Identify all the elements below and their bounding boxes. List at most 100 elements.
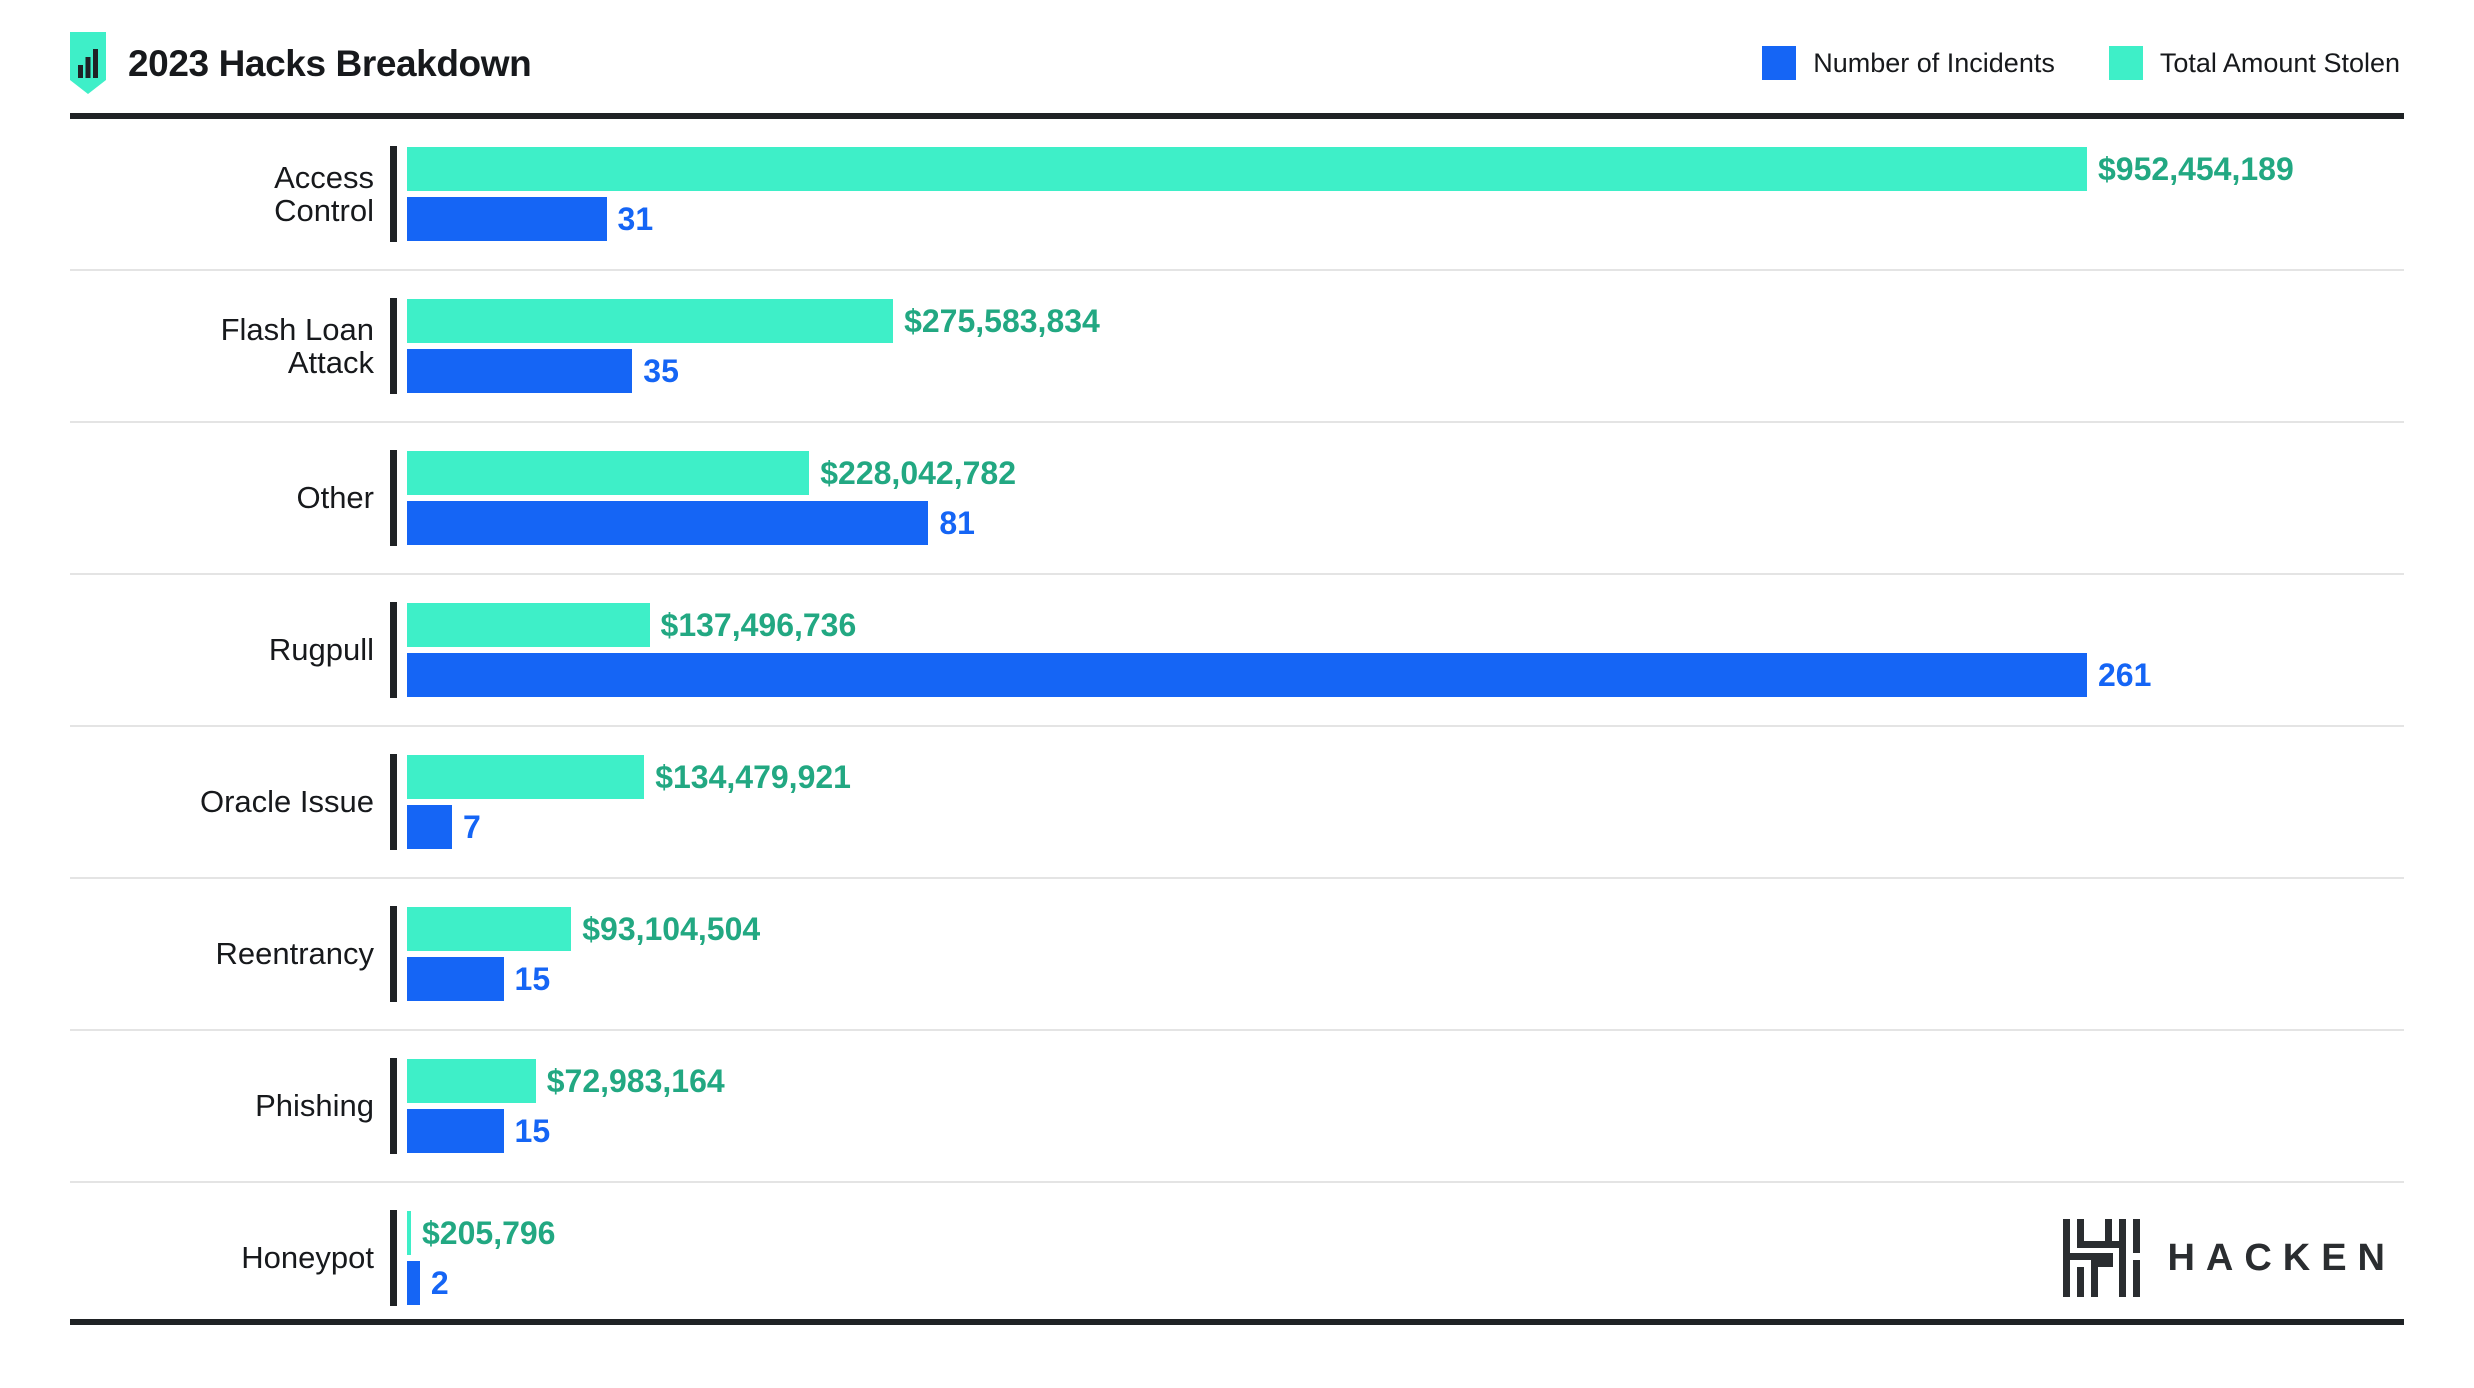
legend-swatch-blue-icon: [1762, 46, 1797, 80]
page-title: 2023 Hacks Breakdown: [128, 42, 532, 84]
chart-row: Other $228,042,782 81: [70, 421, 2404, 573]
amount-bar-line: $275,583,834: [407, 299, 2404, 343]
category-label: Phishing: [255, 1088, 374, 1124]
amount-bar-line: $137,496,736: [407, 603, 2404, 647]
incidents-bar[interactable]: [407, 1109, 504, 1153]
chart-row: Reentrancy $93,104,504 15: [70, 877, 2404, 1029]
amount-bar[interactable]: [407, 907, 572, 951]
incidents-bar-line: 81: [407, 501, 2404, 545]
axis-tick: [390, 754, 397, 850]
row-bars: $228,042,782 81: [407, 451, 2404, 545]
axis-tick: [390, 1210, 397, 1306]
chart-canvas: 2023 Hacks Breakdown Number of Incidents…: [0, 0, 2474, 1388]
amount-value-label: $228,042,782: [820, 455, 1016, 491]
amount-bar-line: $134,479,921: [407, 755, 2404, 799]
amount-value-label: $72,983,164: [546, 1063, 725, 1099]
category-label: Honeypot: [241, 1240, 374, 1276]
hacken-wordmark: HACKEN: [2167, 1236, 2396, 1279]
amount-value-label: $137,496,736: [660, 607, 857, 643]
amount-value-label: $952,454,189: [2098, 151, 2294, 187]
category-label: Other: [296, 480, 374, 516]
incidents-bar[interactable]: [407, 1261, 420, 1305]
amount-bar[interactable]: [407, 451, 810, 495]
axis-tick: [390, 906, 397, 1002]
chart-header: 2023 Hacks Breakdown Number of Incidents…: [70, 18, 2404, 108]
amount-value-label: $134,479,921: [655, 759, 851, 795]
incidents-value-label: 2: [430, 1265, 449, 1301]
row-plot-area: $72,983,164 15: [390, 1031, 2404, 1181]
category-label: Access Control: [274, 159, 374, 228]
incidents-bar[interactable]: [407, 501, 929, 545]
row-plot-area: $93,104,504 15: [390, 879, 2404, 1029]
row-bars: $137,496,736 261: [407, 603, 2404, 697]
axis-tick: [390, 146, 397, 242]
incidents-bar[interactable]: [407, 653, 2087, 697]
chart-row: Honeypot $205,796 2 HACKEN: [70, 1181, 2404, 1333]
axis-tick: [390, 1058, 397, 1154]
incidents-bar-line: 35: [407, 349, 2404, 393]
row-plot-area: $137,496,736 261: [390, 575, 2404, 725]
category-label: Rugpull: [268, 632, 374, 668]
incidents-bar[interactable]: [407, 197, 607, 241]
row-plot-area: $952,454,189 31: [390, 119, 2404, 269]
incidents-bar-line: 7: [407, 805, 2404, 849]
row-bars: $72,983,164 15: [407, 1059, 2404, 1153]
row-plot-area: $275,583,834 35: [390, 271, 2404, 421]
chart-rows: Access Control $952,454,189 31 Flash Loan A…: [70, 119, 2404, 1319]
incidents-value-label: 81: [939, 505, 975, 541]
axis-tick: [390, 602, 397, 698]
category-label: Reentrancy: [215, 936, 374, 972]
amount-bar[interactable]: [407, 755, 645, 799]
amount-bar[interactable]: [407, 1059, 536, 1103]
row-bars: $952,454,189 31: [407, 147, 2404, 241]
chart-legend: Number of Incidents Total Amount Stolen: [1762, 46, 2404, 80]
incidents-bar-line: 261: [407, 653, 2404, 697]
chart-row: Rugpull $137,496,736 261: [70, 573, 2404, 725]
amount-value-label: $275,583,834: [904, 303, 1100, 339]
footer-divider: [70, 1319, 2404, 1325]
chart-row: Oracle Issue $134,479,921 7: [70, 725, 2404, 877]
incidents-bar-line: 31: [407, 197, 2404, 241]
axis-tick: [390, 450, 397, 546]
amount-value-label: $205,796: [422, 1215, 556, 1251]
amount-bar-line: $93,104,504: [407, 907, 2404, 951]
category-label: Oracle Issue: [199, 784, 374, 820]
row-bars: $93,104,504 15: [407, 907, 2404, 1001]
legend-swatch-teal-icon: [2108, 46, 2143, 80]
incidents-bar[interactable]: [407, 957, 504, 1001]
axis-tick: [390, 298, 397, 394]
legend-item-amount-stolen[interactable]: Total Amount Stolen: [2108, 46, 2400, 80]
amount-bar-line: $72,983,164: [407, 1059, 2404, 1103]
incidents-bar-line: 15: [407, 1109, 2404, 1153]
chart-row: Flash Loan Attack $275,583,834 35: [70, 269, 2404, 421]
amount-bar[interactable]: [407, 603, 650, 647]
amount-bar[interactable]: [407, 147, 2087, 191]
incidents-bar[interactable]: [407, 349, 633, 393]
row-plot-area: $134,479,921 7: [390, 727, 2404, 877]
bar-chart-shield-icon: [70, 32, 106, 94]
category-label: Flash Loan Attack: [220, 311, 374, 380]
title-group: 2023 Hacks Breakdown: [70, 32, 532, 94]
incidents-bar-line: 15: [407, 957, 2404, 1001]
hacken-logo: HACKEN: [2063, 1219, 2396, 1297]
row-plot-area: $205,796 2 HACKEN: [390, 1183, 2404, 1333]
row-plot-area: $228,042,782 81: [390, 423, 2404, 573]
incidents-value-label: 7: [463, 809, 481, 845]
legend-label-incidents: Number of Incidents: [1813, 47, 2055, 78]
chart-row: Phishing $72,983,164 15: [70, 1029, 2404, 1181]
incidents-value-label: 35: [643, 353, 679, 389]
incidents-value-label: 261: [2098, 657, 2152, 693]
hacken-maze-h-icon: [2063, 1219, 2141, 1297]
row-bars: $134,479,921 7: [407, 755, 2404, 849]
incidents-bar[interactable]: [407, 805, 453, 849]
legend-label-amount-stolen: Total Amount Stolen: [2159, 47, 2400, 78]
chart-row: Access Control $952,454,189 31: [70, 119, 2404, 269]
incidents-value-label: 15: [514, 1113, 551, 1149]
legend-item-incidents[interactable]: Number of Incidents: [1762, 46, 2055, 80]
incidents-value-label: 15: [514, 961, 551, 997]
incidents-value-label: 31: [617, 201, 654, 237]
amount-bar[interactable]: [407, 299, 894, 343]
amount-value-label: $93,104,504: [582, 911, 761, 947]
amount-bar-line: $228,042,782: [407, 451, 2404, 495]
amount-bar-line: $952,454,189: [407, 147, 2404, 191]
